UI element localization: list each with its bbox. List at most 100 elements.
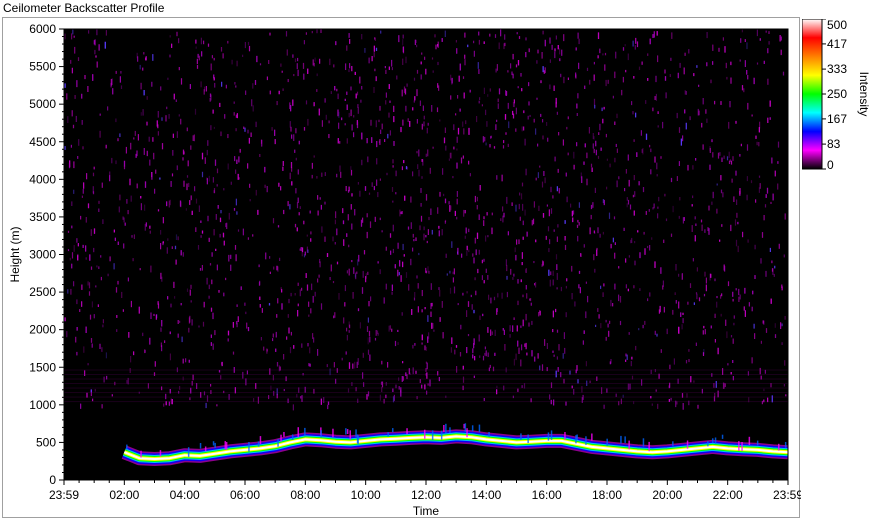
noise-speck bbox=[616, 148, 618, 153]
noise-speck bbox=[73, 281, 75, 287]
noise-speck bbox=[313, 102, 315, 107]
noise-speck bbox=[555, 370, 557, 378]
noise-speck bbox=[283, 389, 285, 392]
noise-speck bbox=[456, 191, 458, 197]
noise-speck bbox=[297, 282, 299, 286]
noise-speck bbox=[747, 75, 749, 80]
noise-speck bbox=[756, 62, 759, 65]
noise-speck bbox=[72, 124, 75, 129]
noise-speck bbox=[449, 287, 452, 294]
noise-speck bbox=[143, 52, 145, 55]
chart-frame: 0 500 1000 1500 2000 2500 3000 3500 4000 4500 5000… bbox=[2, 17, 801, 518]
noise-speck bbox=[755, 199, 757, 203]
noise-speck bbox=[363, 382, 365, 387]
noise-speck bbox=[203, 40, 205, 45]
noise-speck bbox=[774, 170, 776, 177]
noise-speck bbox=[432, 323, 434, 329]
noise-speck bbox=[680, 138, 682, 146]
noise-speck bbox=[538, 312, 540, 317]
noise-speck bbox=[173, 93, 175, 100]
noise-speck bbox=[562, 139, 564, 146]
layer-spike bbox=[547, 432, 550, 441]
noise-speck bbox=[393, 105, 395, 112]
noise-speck bbox=[167, 77, 169, 80]
noise-speck bbox=[346, 334, 348, 341]
noise-speck bbox=[487, 235, 489, 238]
layer-spike bbox=[748, 436, 751, 445]
noise-speck bbox=[212, 343, 214, 350]
noise-speck bbox=[200, 220, 202, 223]
noise-speck bbox=[131, 235, 133, 238]
noise-speck bbox=[578, 202, 580, 208]
noise-speck bbox=[767, 117, 769, 123]
noise-speck bbox=[374, 216, 376, 222]
noise-speck bbox=[720, 294, 722, 299]
y-tick-label: 2000 bbox=[29, 323, 56, 337]
noise-speck bbox=[641, 379, 643, 386]
noise-speck bbox=[721, 224, 723, 227]
noise-speck bbox=[473, 257, 475, 264]
noise-speck bbox=[427, 336, 429, 343]
noise-speck bbox=[594, 104, 596, 109]
noise-speck bbox=[683, 217, 685, 221]
noise-speck bbox=[715, 381, 717, 388]
noise-speck bbox=[294, 223, 297, 228]
noise-speck bbox=[722, 368, 724, 375]
noise-speck bbox=[483, 41, 485, 44]
noise-speck bbox=[435, 44, 437, 50]
noise-speck bbox=[586, 152, 588, 159]
noise-speck bbox=[397, 342, 399, 345]
noise-speck bbox=[135, 153, 137, 158]
noise-speck bbox=[720, 175, 722, 181]
noise-speck bbox=[215, 248, 217, 251]
noise-speck bbox=[474, 195, 476, 203]
noise-speck bbox=[109, 175, 111, 182]
noise-speck bbox=[700, 219, 703, 223]
noise-speck bbox=[309, 347, 311, 354]
noise-speck bbox=[567, 77, 569, 80]
layer-spike bbox=[449, 427, 451, 434]
noise-speck bbox=[470, 294, 472, 298]
noise-speck bbox=[556, 329, 559, 333]
noise-speck bbox=[201, 230, 204, 234]
noise-speck bbox=[682, 318, 684, 324]
noise-speck bbox=[589, 227, 591, 235]
noise-speck bbox=[618, 294, 620, 302]
noise-speck bbox=[277, 225, 280, 228]
noise-speck bbox=[346, 270, 348, 274]
noise-speck bbox=[227, 40, 229, 44]
noise-speck bbox=[70, 288, 72, 295]
noise-speck bbox=[634, 260, 636, 266]
noise-speck bbox=[777, 183, 779, 190]
noise-speck bbox=[466, 250, 468, 256]
noise-speck bbox=[160, 86, 162, 91]
noise-speck bbox=[621, 89, 623, 96]
noise-speck bbox=[425, 153, 427, 157]
noise-speck bbox=[151, 173, 153, 180]
noise-speck bbox=[169, 353, 171, 361]
noise-speck bbox=[353, 267, 355, 274]
noise-speck bbox=[299, 289, 301, 297]
noise-speck bbox=[419, 100, 421, 106]
noise-speck bbox=[209, 98, 211, 102]
noise-speck bbox=[709, 146, 711, 152]
noise-speck bbox=[431, 322, 433, 329]
noise-speck bbox=[602, 231, 604, 235]
noise-speck bbox=[689, 116, 691, 121]
noise-speck bbox=[325, 114, 327, 120]
noise-speck bbox=[519, 192, 521, 196]
noise-speck bbox=[774, 334, 777, 338]
noise-speck bbox=[564, 236, 566, 241]
noise-speck bbox=[237, 316, 239, 322]
noise-speck bbox=[306, 284, 309, 291]
noise-speck bbox=[264, 184, 266, 188]
noise-speck bbox=[368, 57, 370, 64]
noise-speck bbox=[311, 283, 313, 291]
noise-speck bbox=[130, 195, 132, 202]
noise-speck bbox=[282, 88, 284, 91]
noise-speck bbox=[336, 228, 338, 236]
layer-spike bbox=[642, 438, 645, 447]
noise-speck bbox=[188, 359, 190, 363]
noise-speck bbox=[140, 112, 142, 116]
noise-speck bbox=[402, 46, 404, 53]
